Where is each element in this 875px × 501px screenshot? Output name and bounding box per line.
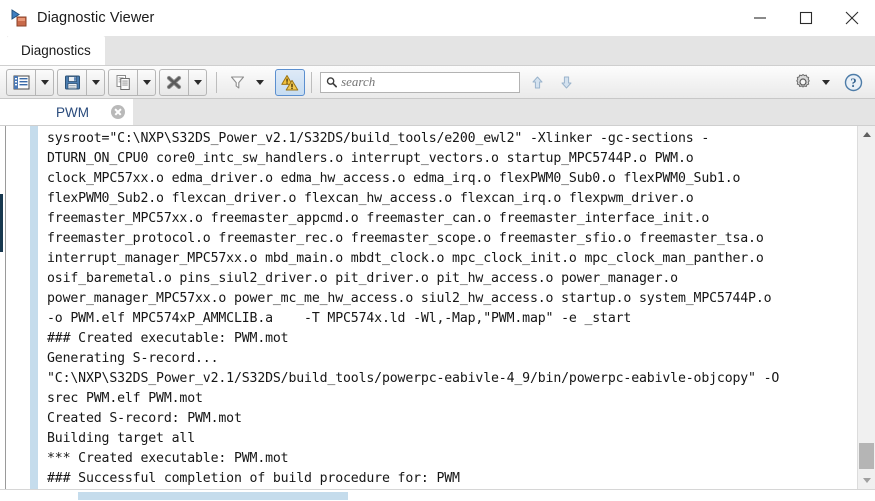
log-line: Created S-record: PWM.mot bbox=[47, 411, 242, 426]
diagnostic-viewer-icon bbox=[10, 8, 30, 28]
close-icon[interactable] bbox=[111, 105, 125, 119]
vertical-scrollbar[interactable] bbox=[857, 126, 875, 489]
floppy-save-icon bbox=[64, 75, 80, 89]
save-button[interactable] bbox=[58, 70, 86, 95]
chevron-down-icon bbox=[822, 79, 830, 85]
log-line: osif_baremetal.o pins_siul2_driver.o pit… bbox=[47, 271, 678, 286]
gutter-selection-marker bbox=[0, 194, 3, 252]
clear-dropdown[interactable] bbox=[188, 69, 206, 95]
filter-chip-row: PWM bbox=[0, 99, 875, 125]
diagnostic-viewer-window: Diagnostic Viewer Diagnostics search ? P… bbox=[0, 0, 875, 501]
chip-label: PWM bbox=[56, 104, 89, 120]
message-indent-gutter bbox=[6, 126, 38, 489]
filter-button[interactable] bbox=[223, 69, 251, 96]
chevron-down-icon bbox=[142, 79, 151, 85]
log-line: freemaster_protocol.o freemaster_rec.o f… bbox=[47, 231, 764, 246]
chevron-down-icon bbox=[256, 79, 264, 85]
search-input[interactable] bbox=[341, 74, 519, 90]
log-line: flexPWM0_Sub2.o flexcan_driver.o flexcan… bbox=[47, 191, 694, 206]
log-line: srec PWM.elf PWM.mot bbox=[47, 391, 203, 406]
log-line: *** Created executable: PWM.mot bbox=[47, 451, 289, 466]
toolbar-separator bbox=[216, 71, 217, 93]
arrow-down-icon bbox=[561, 76, 571, 88]
scroll-up-button[interactable] bbox=[858, 126, 875, 143]
scroll-up-arrow-icon bbox=[862, 132, 871, 137]
view-settings-dropdown[interactable] bbox=[35, 69, 53, 95]
window-title: Diagnostic Viewer bbox=[37, 10, 155, 26]
help-question-icon: ? bbox=[844, 73, 862, 91]
chevron-down-icon bbox=[193, 79, 202, 85]
clear-x-icon bbox=[166, 75, 182, 89]
clear-group bbox=[159, 68, 207, 96]
diagnostic-output-area: sysroot="C:\NXP\S32DS_Power_v2.1/S32DS/b… bbox=[0, 125, 875, 489]
build-log[interactable]: sysroot="C:\NXP\S32DS_Power_v2.1/S32DS/b… bbox=[38, 126, 857, 489]
log-line: interrupt_manager_MPC57xx.o mbd_main.o m… bbox=[47, 251, 764, 266]
help-button[interactable]: ? bbox=[839, 69, 867, 96]
log-line: DTURN_ON_CPU0 core0_intc_sw_handlers.o i… bbox=[47, 151, 694, 166]
filter-dropdown[interactable] bbox=[251, 69, 269, 96]
settings-button[interactable] bbox=[789, 69, 817, 96]
search-icon bbox=[326, 77, 337, 88]
scroll-down-button[interactable] bbox=[858, 472, 875, 489]
log-line: power_manager_MPC57xx.o power_mc_me_hw_a… bbox=[47, 291, 772, 306]
scroll-down-arrow-icon bbox=[862, 478, 871, 483]
log-line: freemaster_MPC57xx.o freemaster_appcmd.o… bbox=[47, 211, 710, 226]
view-settings-group bbox=[6, 68, 54, 96]
list-properties-icon bbox=[13, 75, 29, 89]
vertical-scroll-thumb[interactable] bbox=[859, 443, 874, 469]
copy-dropdown[interactable] bbox=[137, 69, 155, 95]
tab-label: Diagnostics bbox=[21, 43, 91, 58]
chip-pwm[interactable]: PWM bbox=[12, 99, 133, 125]
message-accent-bar bbox=[30, 126, 38, 489]
save-dropdown[interactable] bbox=[86, 69, 104, 95]
horizontal-scroll-thumb[interactable] bbox=[78, 492, 348, 500]
svg-text:?: ? bbox=[850, 75, 856, 89]
arrow-up-icon bbox=[532, 76, 542, 88]
tab-strip: Diagnostics bbox=[0, 36, 875, 66]
maximize-button[interactable] bbox=[783, 0, 829, 36]
toolbar-right-group: ? bbox=[789, 69, 869, 96]
copy-button[interactable] bbox=[109, 70, 137, 95]
gear-icon bbox=[796, 74, 810, 88]
log-line: "C:\NXP\S32DS_Power_v2.1/S32DS/build_too… bbox=[47, 371, 780, 386]
tab-diagnostics[interactable]: Diagnostics bbox=[7, 36, 105, 65]
chevron-down-icon bbox=[91, 79, 100, 85]
window-controls bbox=[737, 0, 875, 36]
log-line: sysroot="C:\NXP\S32DS_Power_v2.1/S32DS/b… bbox=[47, 131, 710, 146]
log-line: clock_MPC57xx.o edma_driver.o edma_hw_ac… bbox=[47, 171, 741, 186]
warnings-errors-button[interactable] bbox=[275, 68, 305, 96]
title-bar: Diagnostic Viewer bbox=[0, 0, 875, 36]
log-line: Building target all bbox=[47, 431, 196, 446]
copy-icon bbox=[116, 74, 130, 90]
chevron-down-icon bbox=[40, 79, 49, 85]
view-settings-button[interactable] bbox=[7, 70, 35, 95]
toolbar-separator-2 bbox=[311, 71, 312, 93]
settings-dropdown[interactable] bbox=[817, 69, 835, 96]
log-line: Generating S-record... bbox=[47, 351, 219, 366]
close-button[interactable] bbox=[829, 0, 875, 36]
search-box[interactable] bbox=[320, 71, 520, 93]
search-next-button[interactable] bbox=[554, 70, 578, 94]
log-line: ### Created executable: PWM.mot bbox=[47, 331, 289, 346]
minimize-button[interactable] bbox=[737, 0, 783, 36]
log-line: ### Successful completion of build proce… bbox=[47, 471, 460, 486]
warning-error-icon bbox=[281, 74, 299, 90]
search-prev-button[interactable] bbox=[525, 70, 549, 94]
log-line: -o PWM.elf MPC574xP_AMMCLIB.a -T MPC574x… bbox=[47, 311, 632, 326]
save-group bbox=[57, 68, 105, 96]
horizontal-scrollbar[interactable] bbox=[0, 489, 875, 501]
clear-button[interactable] bbox=[160, 70, 188, 95]
copy-group bbox=[108, 68, 156, 96]
toolbar: ? bbox=[0, 66, 875, 99]
funnel-icon bbox=[230, 75, 244, 89]
